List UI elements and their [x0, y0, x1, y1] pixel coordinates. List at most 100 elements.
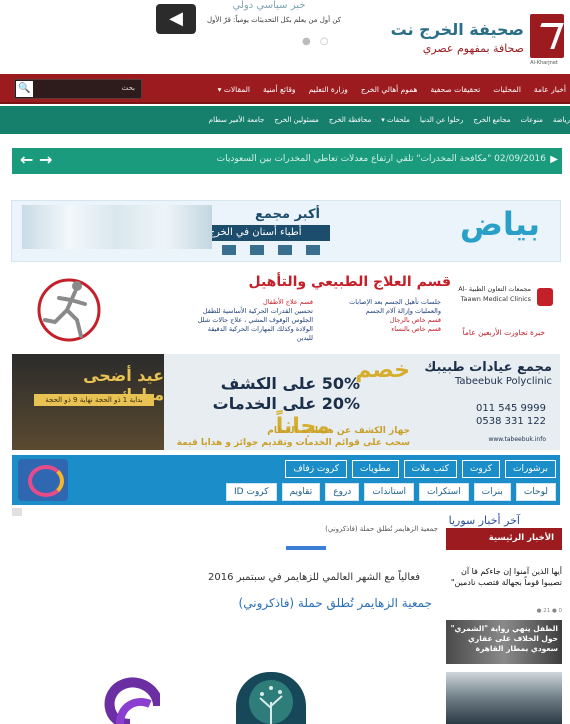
dental-social-icons	[222, 245, 320, 255]
clinic-offer-2: 20% على الخدمات	[212, 394, 360, 413]
nav-item-obituaries[interactable]: رحلوا عن الدنيا	[420, 116, 464, 124]
search-placeholder: بحث	[121, 84, 135, 92]
dental-staff-photo	[22, 205, 212, 249]
nav-item-investigations[interactable]: تحقيقات صحفية	[430, 85, 480, 94]
print-logo-icon	[18, 459, 68, 501]
clinic-badge-icon	[537, 288, 553, 306]
physio-women-section: قسم خاص بالنساء	[391, 325, 441, 333]
top-headline-link[interactable]: آخر أخبار سوريا	[449, 514, 520, 527]
nav-item-supplements[interactable]: ملحقات ▾	[381, 116, 410, 124]
logo-en-label: Al-Kharjnet	[530, 60, 558, 66]
article-subtitle: فعالياً مع الشهر العالمي للزهايمر في سبت…	[207, 572, 420, 583]
nav-item-kharj-governorate[interactable]: محافظة الخرج	[329, 116, 371, 124]
site-logo[interactable]: Al-Kharjnet صحيفة الخرج نت صحافة بمفهوم …	[391, 14, 564, 66]
secondary-nav-items: رياضة منوعات مجامع الخرج رحلوا عن الدنيا…	[209, 106, 570, 134]
print-item: كروت زفاف	[285, 460, 347, 478]
arrow-left-icon: ◀	[169, 8, 183, 29]
print-services-row-2: لوحات بنرات استكرات استاندات دروع تقاويم…	[226, 483, 556, 501]
back-button[interactable]: ◀	[156, 4, 196, 34]
ad-banner-dental[interactable]: بياض أكبر مجمع أطباء أسنان في الخرج	[11, 200, 561, 262]
dental-title: أكبر مجمع	[255, 207, 320, 222]
print-item: استكرات	[418, 483, 469, 501]
clinic-name-en: Tabeebuk Polyclinic	[454, 376, 552, 387]
ticker-headline[interactable]: 02/09/2016 "مكافحة المخدرات" تلقي ارتفاع…	[217, 154, 546, 164]
secondary-nav: رياضة منوعات مجامع الخرج رحلوا عن الدنيا…	[0, 106, 570, 134]
sidebar-news-meta: 0 ● 21 ●	[536, 608, 562, 614]
sidebar-news-list: أيها الذين آمنوا إن جاءكم فا آن تصيبوا ق…	[446, 556, 562, 724]
ticker-nav-arrows-icon[interactable]: ← →	[20, 150, 52, 169]
print-services-row-1: برشورات كروت كتب ملات مطويات كروت زفاف	[285, 460, 556, 478]
eid-date: بداية 1 ذو الحجة نهاية 9 ذو الحجة	[34, 394, 154, 406]
physio-children: قسم علاج الأطفال تحسين القدرات الحركية ا…	[193, 298, 313, 343]
search-icon[interactable]: 🔍	[16, 81, 33, 97]
ad-banner-clinic[interactable]: مجمع عيادات طبيبك Tabeebuk Polyclinic 01…	[12, 354, 560, 450]
dental-logo: بياض	[459, 205, 540, 243]
nav-item-university[interactable]: جامعة الأمير سطام	[209, 116, 265, 124]
print-item: كروت	[461, 460, 501, 478]
ad-banner-physio[interactable]: مجمعات التعاون الطبية Al-Taawn Medical C…	[11, 270, 561, 348]
physio-men-section: قسم خاص بالرجال	[389, 316, 441, 324]
clinic-phone-2: 0538 331 122	[476, 416, 546, 427]
logo-subtitle: صحافة بمفهوم عصري	[422, 42, 524, 55]
sidebar-news-item[interactable]: أيها الذين آمنوا إن جاءكم فا آن تصيبوا ق…	[446, 566, 562, 588]
active-tab-indicator	[286, 546, 326, 550]
nav-item-articles[interactable]: المقالات ▾	[218, 85, 250, 94]
physio-services: جلسات تأهيل الجسم بعد الإصابات والعمليات…	[331, 298, 441, 334]
article-title[interactable]: جمعية الزهايمر تُطلق حملة (فاذكروني)	[239, 596, 432, 610]
physio-clinic-name: مجمعات التعاون الطبية Al-Taawn Medical C…	[458, 285, 531, 303]
primary-nav-items: أخبار عامة المحليات تحقيقات صحفية هموم أ…	[218, 74, 566, 104]
ad-close-icon[interactable]	[12, 508, 22, 516]
physio-title: قسم العلاج الطبيعي والتأهيل	[248, 274, 451, 290]
news-ticker: ▶ 02/09/2016 "مكافحة المخدرات" تلقي ارتف…	[12, 148, 562, 174]
slider-dots[interactable]: ○ ●	[302, 36, 332, 47]
social-icon	[306, 245, 320, 255]
print-item: استاندات	[364, 483, 414, 501]
sidebar-news-thumbnail[interactable]: الطفل ينهي رواية "الشمري" حول الخلاف على…	[446, 620, 562, 664]
ad-banner-print[interactable]: برشورات كروت كتب ملات مطويات كروت زفاف ل…	[12, 455, 560, 505]
nav-item-kharj-concerns[interactable]: هموم أهالي الخرج	[361, 85, 418, 94]
nav-item-sports[interactable]: رياضة	[553, 116, 570, 124]
main-news-header: الأخبار الرئيسية	[446, 528, 562, 550]
nav-item-education[interactable]: وزارة التعليم	[309, 85, 348, 94]
clinic-phone-1: 011 545 9999	[476, 403, 546, 414]
play-icon: ▶	[550, 154, 558, 165]
clinic-offer-word: خصم	[355, 358, 410, 383]
print-item: لوحات	[515, 483, 556, 501]
physio-children-text: تحسين القدرات الحركية الأساسية للطفل الج…	[197, 307, 313, 342]
social-icon	[250, 245, 264, 255]
nav-item-kharj-councils[interactable]: مجامع الخرج	[473, 116, 510, 124]
nav-item-local[interactable]: المحليات	[493, 85, 521, 94]
sidebar-news-thumbnail[interactable]	[446, 672, 562, 724]
social-icon	[278, 245, 292, 255]
clinic-footer-1: جهاز الكشف عن هشاشة العظام	[267, 426, 410, 436]
nav-item-general-news[interactable]: أخبار عامة	[534, 85, 566, 94]
physio-anniversary: خبرة تجاوزت الأربعين عاماً	[462, 328, 545, 337]
main-news-title: الأخبار الرئيسية	[488, 533, 554, 543]
site-header: Al-Kharjnet صحيفة الخرج نت صحافة بمفهوم …	[0, 0, 570, 72]
nav-item-kharj-officials[interactable]: مسئولين الخرج	[274, 116, 319, 124]
tree-logo-icon	[236, 672, 306, 724]
physio-children-title: قسم علاج الأطفال	[263, 298, 313, 306]
print-item: كتب ملات	[403, 460, 457, 478]
print-item: مطويات	[351, 460, 399, 478]
print-item: دروع	[325, 483, 360, 501]
clinic-footer-2: سحب على قوائم الخدمات وتقديم جوائز و هدا…	[176, 438, 410, 448]
clinic-name: مجمع عيادات طبيبك	[424, 360, 552, 375]
clinic-phones: 011 545 9999 0538 331 122	[476, 402, 546, 428]
nav-item-misc[interactable]: منوعات	[520, 116, 542, 124]
print-item: بنرات	[473, 483, 511, 501]
sidebar-thumb-caption: الطفل ينهي رواية "الشمري" حول الخلاف على…	[450, 624, 558, 653]
print-item: كروت ID	[226, 483, 277, 501]
breadcrumb: جمعية الزهايمر تُطلق حملة (فاذكروني)	[325, 525, 438, 533]
nav-item-security[interactable]: وقائع أمنية	[263, 85, 296, 94]
clinic-offer-1: 50% على الكشف	[220, 374, 360, 393]
header-promo-text: كن أول من يعلم بكل التحديثات يومياً: قرّ…	[206, 16, 342, 24]
eid-panel: عيد أضحى مبارك بداية 1 ذو الحجة نهاية 9 …	[12, 354, 164, 450]
clinic-website: www.tabeebuk.info	[488, 436, 546, 443]
logo-mark-icon	[530, 14, 564, 58]
search-input[interactable]: 🔍 بحث	[14, 79, 142, 99]
print-item: برشورات	[505, 460, 556, 478]
primary-nav: أخبار عامة المحليات تحقيقات صحفية هموم أ…	[0, 74, 570, 104]
logo-title: صحيفة الخرج نت	[390, 20, 524, 39]
print-item: تقاويم	[281, 483, 321, 501]
